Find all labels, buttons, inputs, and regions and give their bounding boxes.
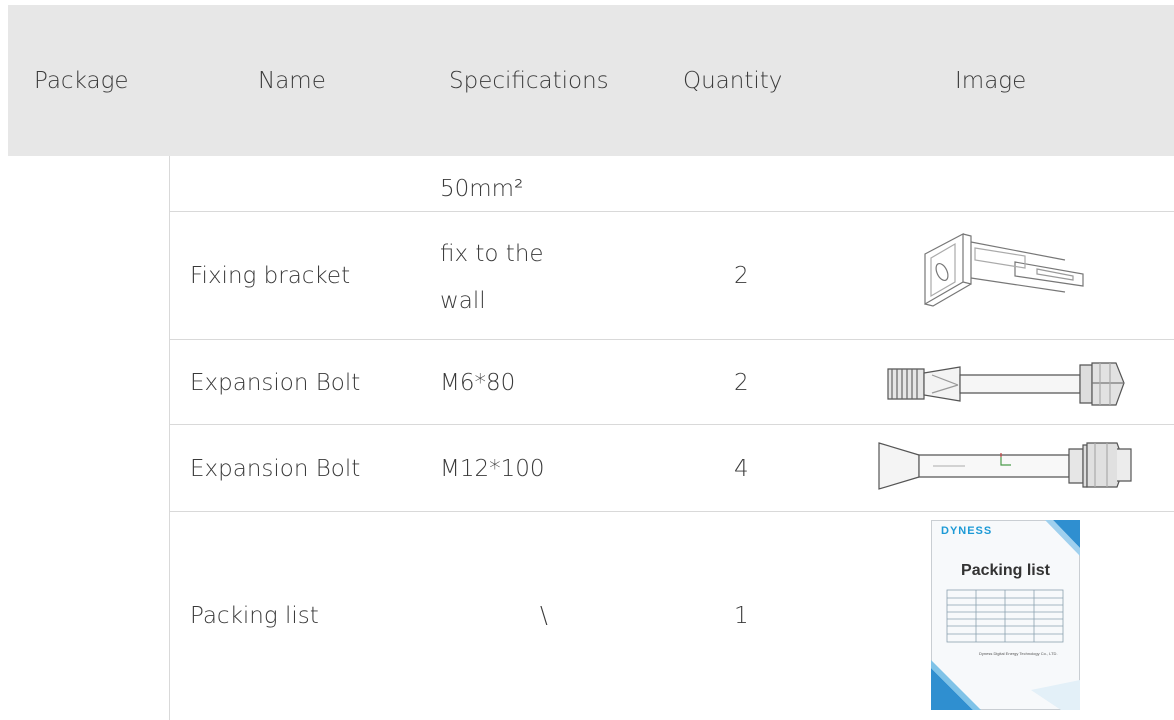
table-cell-name: Packing list (190, 603, 319, 629)
booklet-brand: DYNESS (941, 525, 993, 537)
table-cell-quantity: 4 (734, 456, 749, 482)
header-package: Package (34, 68, 129, 94)
table-cell-name: Expansion Bolt (190, 370, 361, 396)
table-cell-name: Fixing bracket (190, 263, 351, 289)
packing-list-booklet-image: DYNESS Packing list Dyness Digital Energ… (931, 520, 1080, 710)
table-cell-spec: M6*80 (440, 370, 516, 396)
row-divider (170, 511, 1174, 512)
table-cell-quantity: 2 (734, 370, 749, 396)
booklet-footer: Dyness Digital Energy Technology Co., LT… (979, 651, 1058, 656)
table-cell-spec: \ (540, 603, 548, 629)
table-cell-quantity: 2 (734, 263, 749, 289)
column-divider (169, 156, 170, 720)
header-quantity: Quantity (683, 68, 783, 94)
expansion-bolt-m6-image (880, 355, 1130, 419)
header-specifications: Specifications (449, 68, 609, 94)
table-cell-name: Expansion Bolt (190, 456, 361, 482)
expansion-bolt-m12-image (873, 435, 1135, 499)
table-cell-spec-line1: fix to the (440, 241, 544, 267)
fixing-bracket-image (905, 222, 1095, 326)
row-divider (170, 211, 1174, 212)
header-image: Image (955, 68, 1027, 94)
table-cell-quantity: 1 (734, 603, 749, 629)
table-cell-spec: 50mm² (440, 176, 524, 202)
row-divider (170, 424, 1174, 425)
header-name: Name (258, 68, 326, 94)
row-divider (170, 339, 1174, 340)
booklet-title: Packing list (961, 562, 1050, 579)
table-cell-spec-line2: wall (440, 288, 486, 314)
table-cell-spec: M12*100 (440, 456, 545, 482)
